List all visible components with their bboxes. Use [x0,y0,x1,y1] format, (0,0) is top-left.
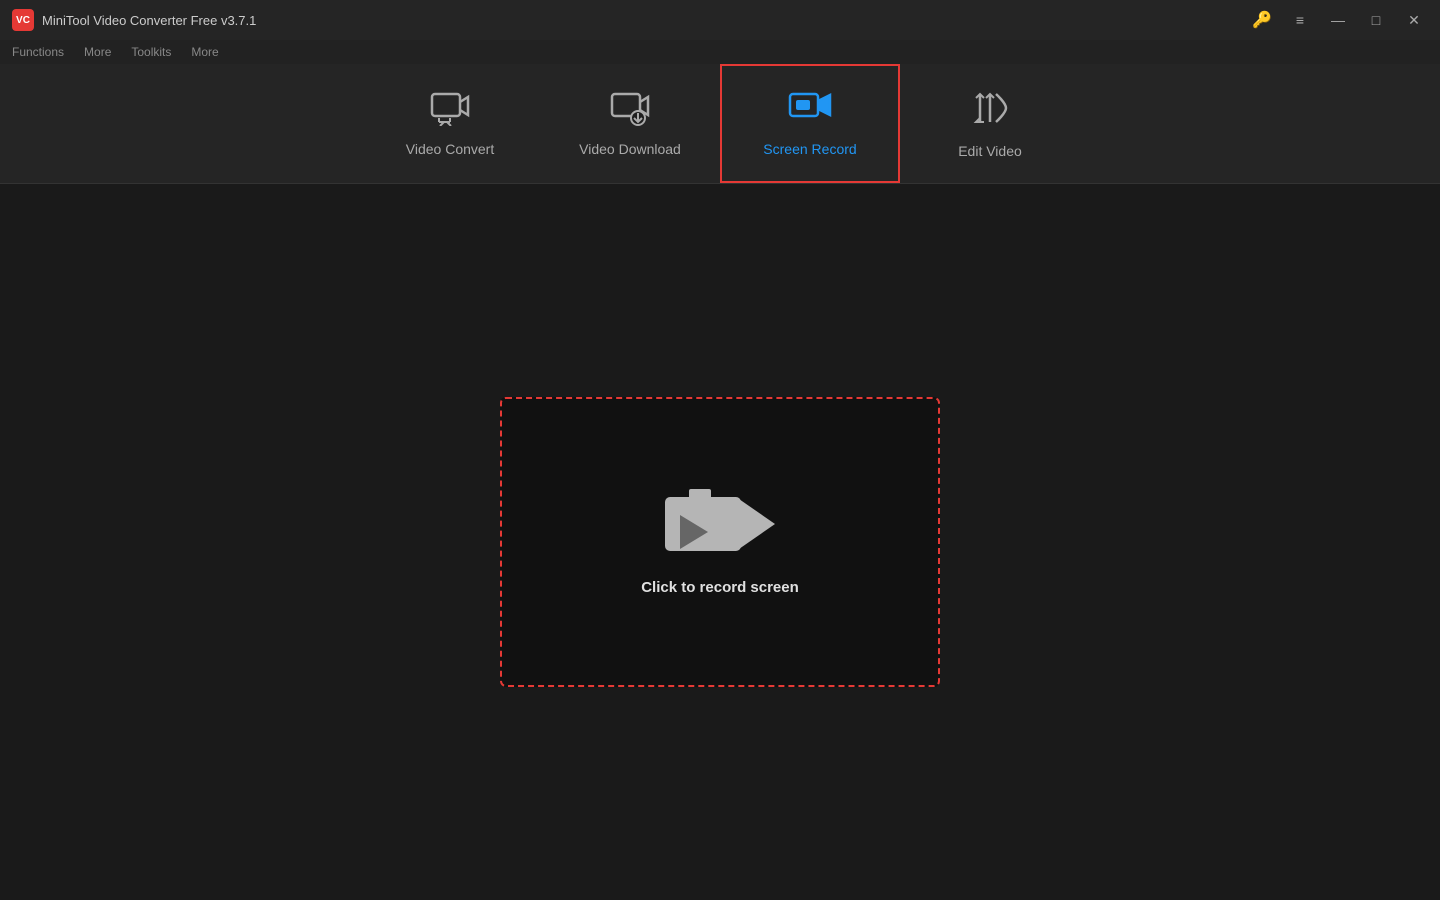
title-bar-left: VC MiniTool Video Converter Free v3.7.1 [12,9,256,31]
app-title: MiniTool Video Converter Free v3.7.1 [42,13,256,28]
tab-edit-video[interactable]: Edit Video [900,64,1080,183]
tab-video-download[interactable]: Video Download [540,64,720,183]
title-bar-controls: 🔑 ≡ — □ ✕ [1248,6,1428,34]
menu-functions[interactable]: Functions [12,45,64,59]
tab-video-convert-label: Video Convert [406,141,494,157]
app-logo: VC [12,9,34,31]
tab-screen-record[interactable]: Screen Record [720,64,900,183]
edit-video-icon [970,88,1010,133]
maximize-button[interactable]: □ [1362,6,1390,34]
key-icon[interactable]: 🔑 [1248,6,1276,34]
hamburger-menu-icon[interactable]: ≡ [1286,6,1314,34]
video-download-icon [610,90,650,131]
screen-record-icon [788,90,832,131]
menu-extra[interactable]: More [191,45,218,59]
tab-video-download-label: Video Download [579,141,681,157]
record-area[interactable]: Click to record screen [500,397,940,687]
tab-screen-record-label: Screen Record [763,141,856,157]
app-window: VC MiniTool Video Converter Free v3.7.1 … [0,0,1440,900]
record-label: Click to record screen [641,579,799,596]
menu-bar: Functions More Toolkits More [0,40,1440,64]
camera-icon [665,489,775,559]
main-content: Click to record screen [0,184,1440,900]
video-convert-icon [430,90,470,131]
minimize-button[interactable]: — [1324,6,1352,34]
menu-toolkits[interactable]: Toolkits [131,45,171,59]
menu-more[interactable]: More [84,45,111,59]
title-bar: VC MiniTool Video Converter Free v3.7.1 … [0,0,1440,40]
tab-edit-video-label: Edit Video [958,143,1022,159]
close-button[interactable]: ✕ [1400,6,1428,34]
nav-tabs: Video Convert Video Download [0,64,1440,184]
tab-video-convert[interactable]: Video Convert [360,64,540,183]
